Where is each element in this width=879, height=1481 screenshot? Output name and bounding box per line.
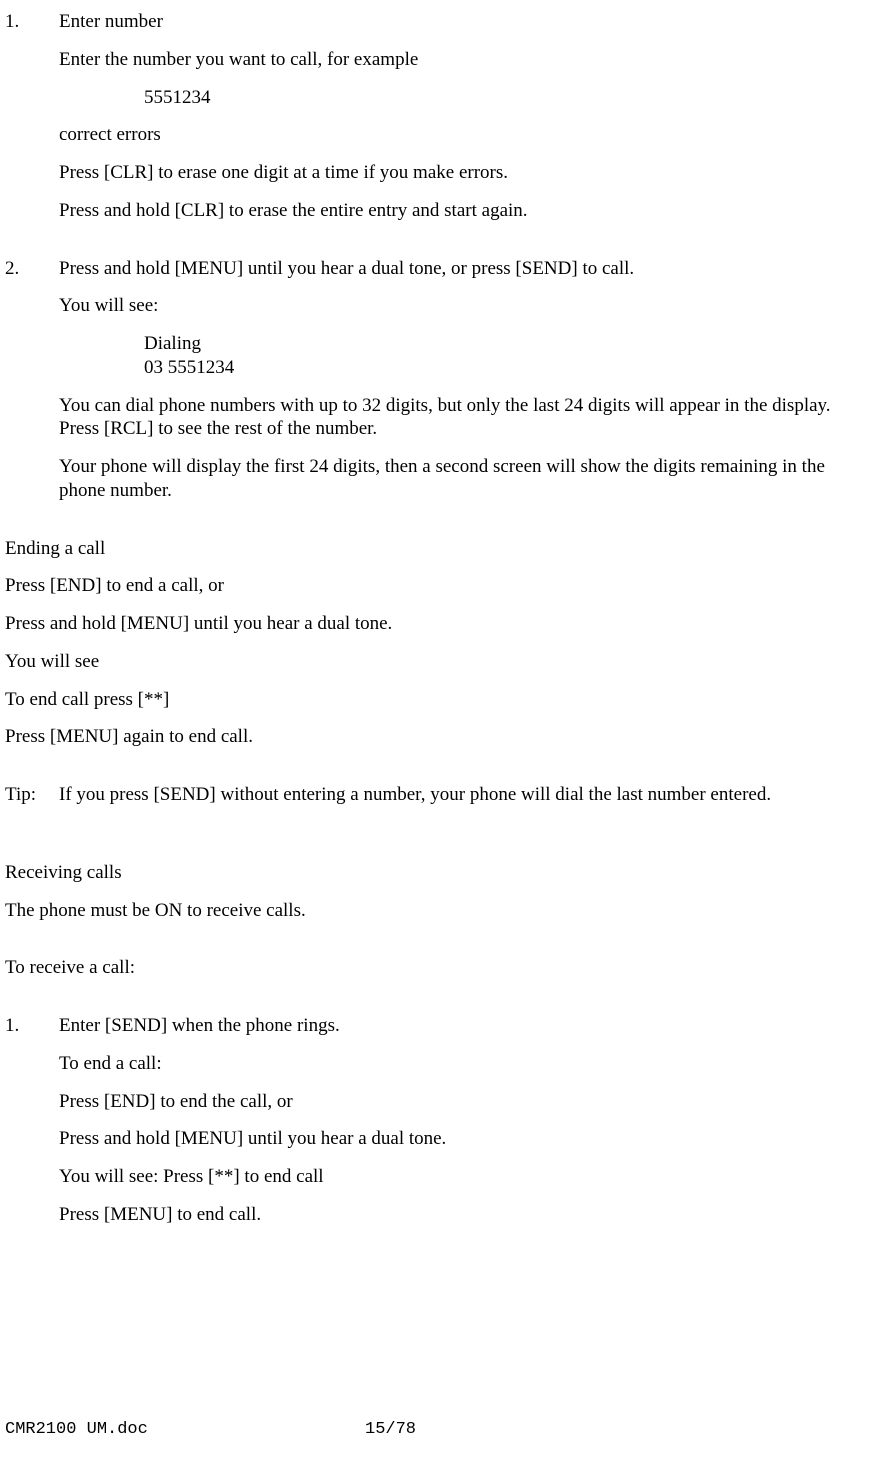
spacer (5, 936, 874, 956)
display-line: Dialing (59, 332, 874, 356)
tip-label: Tip: (5, 783, 59, 807)
body-text: You will see: (59, 294, 874, 318)
body-text: Your phone will display the first 24 dig… (59, 455, 874, 503)
body-text: To end a call: (59, 1052, 874, 1076)
body-text: You will see (5, 650, 874, 674)
spacer (5, 821, 874, 861)
step-title: Enter [SEND] when the phone rings. (59, 1014, 874, 1038)
step-2: 2. Press and hold [MENU] until you hear … (5, 257, 874, 503)
body-text: You can dial phone numbers with up to 32… (59, 394, 874, 442)
step-content: Enter number Enter the number you want t… (59, 10, 874, 223)
body-text: Press [END] to end a call, or (5, 574, 874, 598)
body-text: To end call press [**] (5, 688, 874, 712)
step-marker: 1. (5, 10, 59, 223)
step-marker: 2. (5, 257, 59, 503)
receive-step-1: 1. Enter [SEND] when the phone rings. To… (5, 1014, 874, 1227)
section-heading: Ending a call (5, 537, 874, 561)
step-1: 1. Enter number Enter the number you wan… (5, 10, 874, 223)
spacer (5, 763, 874, 783)
tip-text: If you press [SEND] without entering a n… (59, 783, 874, 807)
page-footer: CMR2100 UM.doc 15/78 (5, 1419, 874, 1440)
section-heading: Receiving calls (5, 861, 874, 885)
step-content: Press and hold [MENU] until you hear a d… (59, 257, 874, 503)
body-text: You will see: Press [**] to end call (59, 1165, 874, 1189)
footer-page-number: 15/78 (365, 1419, 416, 1440)
step-title: Enter number (59, 10, 874, 34)
example-number: 5551234 (59, 86, 874, 110)
body-text: Enter the number you want to call, for e… (59, 48, 874, 72)
body-text: Press [CLR] to erase one digit at a time… (59, 161, 874, 185)
spacer (5, 994, 874, 1014)
body-text: The phone must be ON to receive calls. (5, 899, 874, 923)
body-text: Press and hold [CLR] to erase the entire… (59, 199, 874, 223)
spacer (5, 237, 874, 257)
display-line: 03 5551234 (59, 356, 874, 380)
step-marker: 1. (5, 1014, 59, 1227)
step-content: Enter [SEND] when the phone rings. To en… (59, 1014, 874, 1227)
body-text: Press [END] to end the call, or (59, 1090, 874, 1114)
body-text: To receive a call: (5, 956, 874, 980)
body-text: Press [MENU] again to end call. (5, 725, 874, 749)
body-text: Press and hold [MENU] until you hear a d… (59, 1127, 874, 1151)
body-text: Press [MENU] to end call. (59, 1203, 874, 1227)
body-text: Press and hold [MENU] until you hear a d… (5, 612, 874, 636)
footer-filename: CMR2100 UM.doc (5, 1419, 365, 1440)
body-text: correct errors (59, 123, 874, 147)
document-page: 1. Enter number Enter the number you wan… (0, 0, 879, 1450)
spacer (5, 517, 874, 537)
tip-block: Tip: If you press [SEND] without enterin… (5, 783, 874, 807)
step-title: Press and hold [MENU] until you hear a d… (59, 257, 874, 281)
